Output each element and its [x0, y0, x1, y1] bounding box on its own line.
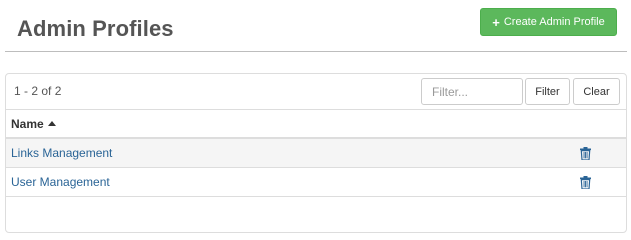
create-admin-profile-label: Create Admin Profile — [503, 16, 605, 28]
create-admin-profile-button[interactable]: + Create Admin Profile — [480, 8, 617, 36]
table-header: Name — [6, 110, 626, 139]
plus-icon: + — [492, 14, 500, 30]
result-count: 1 - 2 of 2 — [14, 84, 62, 98]
profile-link[interactable]: User Management — [11, 175, 110, 189]
column-header-name-label: Name — [11, 116, 44, 131]
title-divider — [5, 51, 627, 52]
sort-asc-icon — [47, 121, 56, 126]
table-toolbar: 1 - 2 of 2 Filter Clear — [6, 74, 626, 110]
table-row: User Management — [6, 168, 626, 197]
trash-icon[interactable] — [580, 147, 591, 160]
filter-button[interactable]: Filter — [525, 78, 570, 105]
clear-button[interactable]: Clear — [573, 78, 620, 105]
trash-icon[interactable] — [580, 176, 591, 189]
table-row: Links Management — [6, 139, 626, 168]
profile-link[interactable]: Links Management — [11, 146, 112, 160]
filter-input[interactable] — [421, 78, 523, 105]
page-title: Admin Profiles — [17, 16, 174, 41]
column-header-name[interactable]: Name — [11, 117, 56, 131]
profiles-panel: 1 - 2 of 2 Filter Clear Name Links Manag… — [5, 73, 627, 233]
